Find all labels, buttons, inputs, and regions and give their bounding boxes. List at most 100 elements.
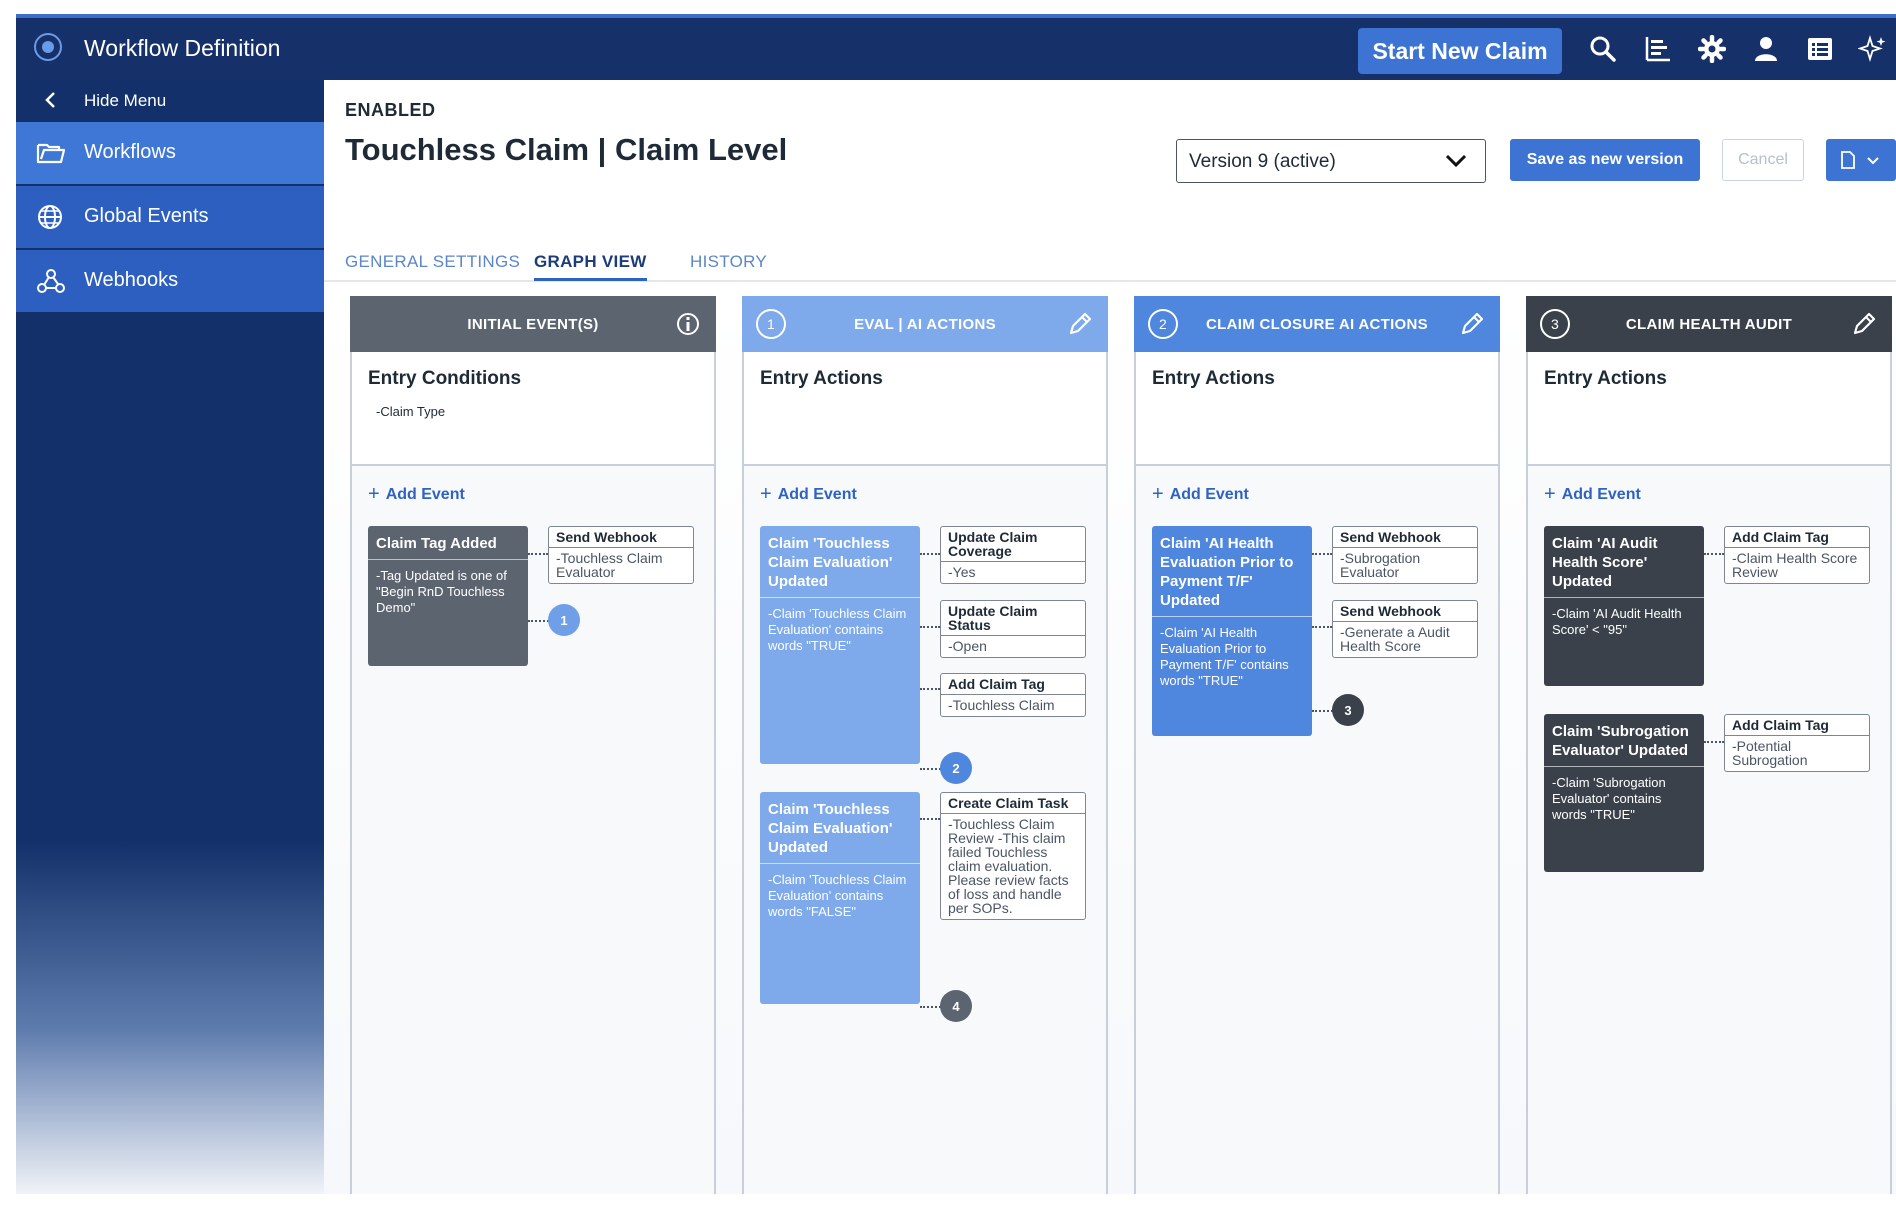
hide-menu-toggle[interactable]: Hide Menu xyxy=(16,80,324,122)
connector-line xyxy=(920,626,940,628)
action-title: Update Claim Status xyxy=(941,601,1085,636)
graph-board: INITIAL EVENT(S) Entry Conditions -Claim… xyxy=(324,284,1896,1194)
event-card[interactable]: Claim 'AI Health Evaluation Prior to Pay… xyxy=(1152,526,1312,736)
transition-badge[interactable]: 2 xyxy=(940,752,972,784)
plus-icon: + xyxy=(760,483,772,505)
top-bar: Workflow Definition Start New Claim xyxy=(16,18,1896,80)
event-card[interactable]: Claim Tag Added -Tag Updated is one of "… xyxy=(368,526,528,666)
action-detail: -Touchless Claim Evaluator xyxy=(556,550,663,580)
action-detail: -Claim Health Score Review xyxy=(1732,550,1858,580)
entry-conditions[interactable]: Entry Conditions -Claim Type xyxy=(352,352,714,466)
event-card[interactable]: Claim 'AI Audit Health Score' Updated -C… xyxy=(1544,526,1704,686)
event-condition: -Tag Updated is one of "Begin RnD Touchl… xyxy=(376,568,507,615)
stage-column-claim-health-audit: 3 CLAIM HEALTH AUDIT Entry Actions + Add … xyxy=(1526,296,1892,1194)
action-card[interactable]: Add Claim Tag -Touchless Claim xyxy=(940,673,1086,717)
tab-bar: GENERAL SETTINGS GRAPH VIEW HISTORY xyxy=(324,232,1896,282)
entry-actions[interactable]: Entry Actions xyxy=(1136,352,1498,466)
chevron-down-icon xyxy=(1445,154,1467,168)
stage-header: 3 CLAIM HEALTH AUDIT xyxy=(1526,296,1892,352)
app-window: Workflow Definition Start New Claim Hide… xyxy=(16,14,1896,1194)
entry-actions[interactable]: Entry Actions xyxy=(744,352,1106,466)
stage-number: 1 xyxy=(756,309,786,339)
action-detail: -Yes xyxy=(948,564,976,580)
info-icon[interactable] xyxy=(674,310,702,338)
version-select-value: Version 9 (active) xyxy=(1189,151,1336,172)
workflow-status: ENABLED xyxy=(345,100,436,120)
pencil-icon[interactable] xyxy=(1850,310,1878,338)
action-detail: -Touchless Claim xyxy=(948,697,1055,713)
connector-line xyxy=(528,553,548,555)
sidebar-item-label: Workflows xyxy=(84,141,176,163)
version-select[interactable]: Version 9 (active) xyxy=(1176,139,1486,183)
action-card[interactable]: Send Webhook -Generate a Audit Health Sc… xyxy=(1332,600,1478,658)
connector-line xyxy=(920,553,940,555)
action-detail: -Touchless Claim Review -This claim fail… xyxy=(948,816,1069,916)
stage-title: CLAIM CLOSURE AI ACTIONS xyxy=(1206,315,1428,333)
add-event-button[interactable]: + Add Event xyxy=(1544,482,1641,505)
event-title: Claim Tag Added xyxy=(368,526,528,560)
save-as-new-version-button[interactable]: Save as new version xyxy=(1510,139,1700,181)
action-card[interactable]: Update Claim Status -Open xyxy=(940,600,1086,658)
action-title: Add Claim Tag xyxy=(1725,715,1869,736)
action-detail: -Open xyxy=(948,638,987,654)
sidebar-item-workflows[interactable]: Workflows xyxy=(16,122,324,184)
user-icon[interactable] xyxy=(1749,32,1783,66)
entry-title: Entry Conditions xyxy=(368,368,522,389)
plus-icon: + xyxy=(1152,483,1164,505)
search-icon[interactable] xyxy=(1586,32,1620,66)
entry-title: Entry Actions xyxy=(1152,368,1275,389)
event-condition: -Claim 'Touchless Claim Evaluation' cont… xyxy=(768,606,907,653)
sidebar-item-global-events[interactable]: Global Events xyxy=(16,186,324,248)
sidebar-item-label: Global Events xyxy=(84,205,209,227)
tab-general-settings[interactable]: GENERAL SETTINGS xyxy=(345,252,520,272)
sparkle-icon[interactable] xyxy=(1856,32,1890,66)
tab-history[interactable]: HISTORY xyxy=(690,252,767,272)
table-icon[interactable] xyxy=(1803,32,1837,66)
action-card[interactable]: Add Claim Tag -Claim Health Score Review xyxy=(1724,526,1870,584)
action-card[interactable]: Add Claim Tag -Potential Subrogation xyxy=(1724,714,1870,772)
connector-line xyxy=(1312,626,1332,628)
cancel-button[interactable]: Cancel xyxy=(1722,139,1804,181)
add-event-button[interactable]: + Add Event xyxy=(1152,482,1249,505)
stage-title: EVAL | AI ACTIONS xyxy=(854,315,996,333)
transition-badge[interactable]: 3 xyxy=(1332,694,1364,726)
transition-badge[interactable]: 1 xyxy=(548,604,580,636)
action-detail: -Generate a Audit Health Score xyxy=(1340,624,1450,654)
action-card[interactable]: Send Webhook -Touchless Claim Evaluator xyxy=(548,526,694,584)
chart-icon[interactable] xyxy=(1641,32,1675,66)
action-card[interactable]: Update Claim Coverage -Yes xyxy=(940,526,1086,584)
event-condition: -Claim 'Touchless Claim Evaluation' cont… xyxy=(768,872,907,919)
transition-badge[interactable]: 4 xyxy=(940,990,972,1022)
stage-header: INITIAL EVENT(S) xyxy=(350,296,716,352)
event-card[interactable]: Claim 'Subrogation Evaluator' Updated -C… xyxy=(1544,714,1704,872)
gear-icon[interactable] xyxy=(1695,32,1729,66)
pencil-icon[interactable] xyxy=(1066,310,1094,338)
event-card[interactable]: Claim 'Touchless Claim Evaluation' Updat… xyxy=(760,526,920,764)
stage-column-claim-closure-ai-actions: 2 CLAIM CLOSURE AI ACTIONS Entry Actions… xyxy=(1134,296,1500,1194)
add-event-label: Add Event xyxy=(385,486,465,503)
tab-graph-view[interactable]: GRAPH VIEW xyxy=(534,252,647,281)
add-event-button[interactable]: + Add Event xyxy=(760,482,857,505)
event-condition: -Claim 'Subrogation Evaluator' contains … xyxy=(1552,775,1666,822)
document-icon xyxy=(1841,151,1855,169)
stage-column-initial-events: INITIAL EVENT(S) Entry Conditions -Claim… xyxy=(350,296,716,1194)
stage-title: CLAIM HEALTH AUDIT xyxy=(1625,315,1793,333)
stage-number: 2 xyxy=(1148,309,1178,339)
entry-actions[interactable]: Entry Actions xyxy=(1528,352,1890,466)
action-detail: -Potential Subrogation xyxy=(1732,738,1808,768)
document-menu-button[interactable] xyxy=(1826,139,1896,181)
pencil-icon[interactable] xyxy=(1458,310,1486,338)
sidebar-item-webhooks[interactable]: Webhooks xyxy=(16,250,324,312)
webhook-icon xyxy=(37,269,65,293)
action-card[interactable]: Send Webhook -Subrogation Evaluator xyxy=(1332,526,1478,584)
event-card[interactable]: Claim 'Touchless Claim Evaluation' Updat… xyxy=(760,792,920,1004)
chevron-left-icon xyxy=(45,92,55,108)
action-title: Add Claim Tag xyxy=(941,674,1085,695)
action-title: Update Claim Coverage xyxy=(941,527,1085,562)
action-title: Create Claim Task xyxy=(941,793,1085,814)
start-new-claim-button[interactable]: Start New Claim xyxy=(1358,28,1562,74)
action-card[interactable]: Create Claim Task -Touchless Claim Revie… xyxy=(940,792,1086,920)
add-event-button[interactable]: + Add Event xyxy=(368,482,465,505)
chevron-down-icon xyxy=(1867,157,1879,165)
plus-icon: + xyxy=(1544,483,1556,505)
